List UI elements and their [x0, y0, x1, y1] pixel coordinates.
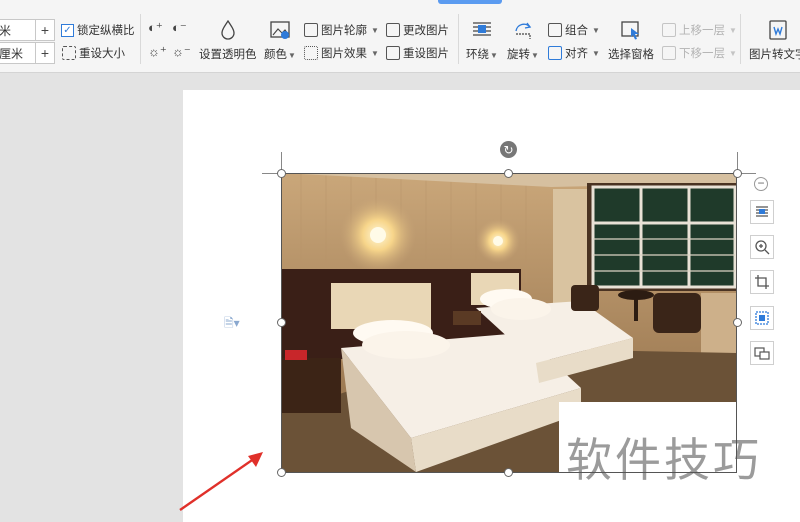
- change-picture-label: 更改图片: [403, 25, 449, 37]
- group-icon: [548, 23, 562, 37]
- text-wrap-icon: [756, 206, 768, 217]
- collapse-tools-button[interactable]: −: [754, 177, 768, 191]
- resize-handle-middle-left[interactable]: [277, 318, 286, 327]
- rotate-label: 旋转: [507, 49, 530, 61]
- resize-handle-top-center[interactable]: [504, 169, 513, 178]
- bring-forward-label: 上移一层: [679, 25, 725, 37]
- group-button[interactable]: 组合 ▼: [548, 22, 600, 38]
- width-unit[interactable]: 米: [0, 22, 35, 39]
- height-unit[interactable]: 厘米: [0, 45, 35, 62]
- separator: [458, 14, 459, 64]
- dropdown-caret-icon: ▼: [371, 25, 379, 35]
- picture-effect-button[interactable]: 图片效果 ▼: [304, 45, 379, 61]
- change-picture-icon: [386, 23, 400, 37]
- reset-size-button[interactable]: 重设大小: [62, 45, 125, 61]
- send-backward-icon: [662, 46, 676, 60]
- picture-outline-button[interactable]: 图片轮廓 ▼: [304, 22, 379, 38]
- bring-forward-icon: [662, 23, 676, 37]
- paragraph-anchor-icon[interactable]: 🗎▾: [224, 314, 240, 335]
- dropdown-caret-icon: ▼: [729, 25, 737, 35]
- resize-handle-top-right[interactable]: [733, 169, 742, 178]
- picture-frame-icon: [755, 311, 769, 325]
- dropdown-caret-icon: ▼: [490, 51, 498, 60]
- separator: [740, 14, 741, 64]
- annotation-arrow: [179, 452, 263, 511]
- send-backward-button[interactable]: 下移一层 ▼: [662, 45, 737, 61]
- width-spinner[interactable]: 米 +: [0, 19, 55, 41]
- text-wrap-icon: [471, 19, 493, 41]
- color-label: 颜色: [264, 49, 287, 61]
- color-button[interactable]: 颜色▼: [264, 19, 296, 62]
- picture-convert-icon: [754, 347, 770, 360]
- align-label: 对齐: [565, 48, 588, 60]
- dropdown-caret-icon: ▼: [531, 51, 539, 60]
- layout-options-button[interactable]: [750, 200, 774, 224]
- set-transparent-label: 设置透明色: [199, 49, 257, 61]
- picture-effect-quick-button[interactable]: [750, 306, 774, 330]
- contrast-increase-icon[interactable]: ◐⁺: [148, 20, 163, 36]
- checkmark-icon: ✓: [61, 23, 74, 37]
- resize-icon: [62, 46, 76, 60]
- align-button[interactable]: 对齐 ▼: [548, 45, 600, 61]
- ribbon-toolbar: 米 + 厘米 + ✓ 锁定纵横比 重设大小 ◐⁺ ◐⁻ ☼⁺ ☼⁻ 设置透明色 …: [0, 0, 800, 73]
- lock-ratio-checkbox[interactable]: ✓ 锁定纵横比: [61, 22, 135, 38]
- picture-to-text-button[interactable]: 图片转文字: [749, 19, 800, 62]
- crop-icon: [755, 275, 769, 289]
- selection-pane-button[interactable]: 选择窗格: [608, 19, 654, 62]
- picture-effect-icon: [304, 46, 318, 60]
- reset-picture-label: 重设图片: [403, 48, 449, 60]
- dropdown-caret-icon: ▼: [288, 51, 296, 60]
- resize-handle-middle-right[interactable]: [733, 318, 742, 327]
- picture-outline-icon: [304, 23, 318, 37]
- dropdown-caret-icon: ▼: [729, 48, 737, 58]
- wrap-label: 环绕: [466, 49, 489, 61]
- active-tab-indicator: [438, 0, 502, 4]
- wrap-button[interactable]: 环绕▼: [466, 19, 498, 62]
- picture-outline-label: 图片轮廓: [321, 25, 367, 37]
- reset-size-label: 重设大小: [79, 48, 125, 60]
- rotate-icon: [512, 19, 534, 41]
- rotate-handle[interactable]: ↻: [500, 141, 517, 158]
- separator: [140, 14, 141, 64]
- picture-to-text-icon: [767, 19, 789, 41]
- reset-picture-button[interactable]: 重设图片: [386, 45, 449, 61]
- align-icon: [548, 46, 562, 60]
- change-picture-button[interactable]: 更改图片: [386, 22, 449, 38]
- width-increase-button[interactable]: +: [35, 20, 54, 40]
- rotate-arrow-icon: ↻: [503, 142, 514, 157]
- rotate-button[interactable]: 旋转▼: [507, 19, 539, 62]
- picture-effect-label: 图片效果: [321, 48, 367, 60]
- set-transparent-button[interactable]: 设置透明色: [199, 19, 257, 62]
- brightness-increase-icon[interactable]: ☼⁺: [148, 44, 167, 60]
- crop-button[interactable]: [750, 270, 774, 294]
- dropdown-caret-icon: ▼: [371, 48, 379, 58]
- dropdown-caret-icon: ▼: [592, 25, 600, 35]
- bring-forward-button[interactable]: 上移一层 ▼: [662, 22, 737, 38]
- height-spinner[interactable]: 厘米 +: [0, 42, 55, 64]
- zoom-picture-button[interactable]: [750, 235, 774, 259]
- minus-icon: −: [757, 176, 765, 190]
- send-backward-label: 下移一层: [679, 48, 725, 60]
- watermark-text: 软件技巧: [566, 433, 762, 487]
- picture-color-icon: [269, 19, 291, 41]
- selection-pane-label: 选择窗格: [608, 49, 654, 61]
- zoom-in-icon: [755, 240, 770, 255]
- more-tools-button[interactable]: [750, 341, 774, 365]
- dropdown-caret-icon: ▼: [592, 48, 600, 58]
- height-increase-button[interactable]: +: [35, 43, 54, 63]
- resize-handle-bottom-left[interactable]: [277, 468, 286, 477]
- brightness-decrease-icon[interactable]: ☼⁻: [172, 44, 191, 60]
- picture-to-text-label: 图片转文字: [749, 49, 800, 61]
- resize-handle-top-left[interactable]: [277, 169, 286, 178]
- group-label: 组合: [565, 25, 588, 37]
- reset-picture-icon: [386, 46, 400, 60]
- water-drop-icon: [217, 19, 239, 41]
- contrast-decrease-icon[interactable]: ◐⁻: [172, 20, 187, 36]
- resize-handle-bottom-center[interactable]: [504, 468, 513, 477]
- lock-ratio-label: 锁定纵横比: [77, 25, 135, 37]
- selection-pane-icon: [620, 19, 642, 41]
